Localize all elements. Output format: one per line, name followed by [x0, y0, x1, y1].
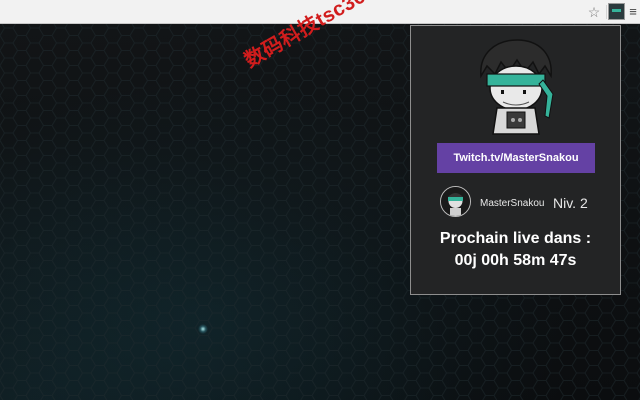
star-icon[interactable]: ☆ [586, 4, 602, 20]
profile-username: MasterSnakou [480, 198, 545, 209]
next-live-title: Prochain live dans : [439, 230, 592, 247]
twitch-link-button[interactable]: Twitch.tv/MasterSnakou [437, 143, 595, 173]
live-countdown: 00j 00h 58m 47s [454, 252, 577, 269]
extension-popup: Twitch.tv/MasterSnakou MasterSnakou Niv.… [410, 25, 621, 295]
mascot-avatar [480, 39, 554, 135]
profile-level: Niv. 2 [553, 195, 588, 211]
extension-icon[interactable] [608, 3, 625, 20]
menu-icon[interactable]: ≡ [627, 4, 639, 20]
toolbar-divider [606, 5, 607, 19]
profile-avatar [440, 186, 471, 217]
light-glint [198, 324, 208, 334]
